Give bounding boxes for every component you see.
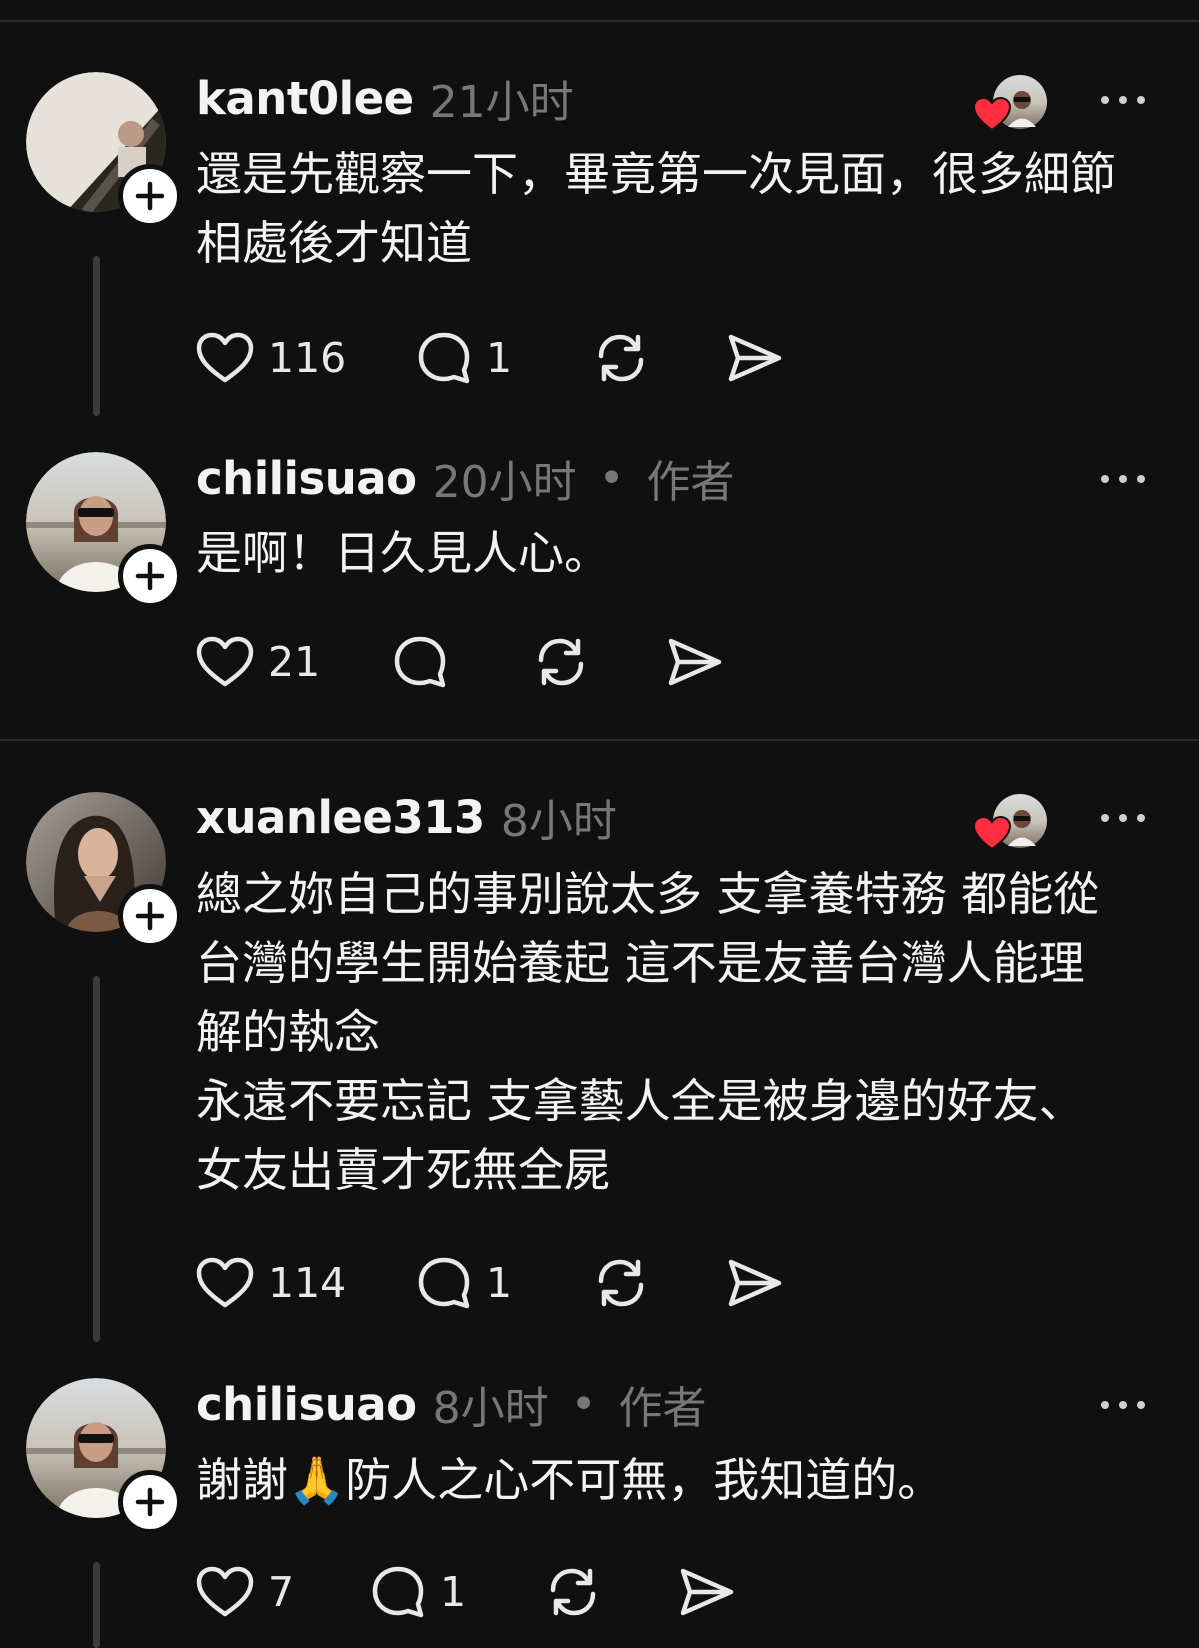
timestamp: 8小时 xyxy=(500,796,617,847)
reply-button[interactable] xyxy=(392,632,448,692)
comment-text: 是啊！日久見人心。 xyxy=(196,526,610,580)
speech-bubble-icon xyxy=(418,1257,470,1309)
reply-button[interactable]: 1 xyxy=(416,1253,512,1313)
username[interactable]: kant0lee xyxy=(196,72,414,125)
heart-outline-icon xyxy=(196,1257,254,1308)
like-button[interactable]: 114 xyxy=(196,1253,346,1313)
more-dots-icon[interactable] xyxy=(1098,469,1148,489)
share-button[interactable] xyxy=(726,328,784,388)
comment-header: kant0lee 21小时 xyxy=(196,72,574,129)
heart-outline-icon xyxy=(196,332,254,383)
follow-button[interactable] xyxy=(118,544,182,608)
like-count: 114 xyxy=(268,1259,347,1307)
repost-button[interactable] xyxy=(592,1253,650,1313)
like-button[interactable]: 7 xyxy=(196,1562,294,1622)
like-count: 21 xyxy=(268,638,321,686)
more-dots-icon[interactable] xyxy=(1098,90,1148,110)
paper-plane-icon xyxy=(728,1259,782,1307)
more-dots-icon[interactable] xyxy=(1098,808,1148,828)
comment-header: chilisuao 20小时 • 作者 xyxy=(196,452,735,509)
repost-arrows-icon xyxy=(538,638,584,686)
avatar[interactable] xyxy=(26,452,182,608)
red-heart-icon xyxy=(972,96,1012,132)
like-count: 7 xyxy=(268,1568,295,1616)
repost-button[interactable] xyxy=(592,328,650,388)
follow-button[interactable] xyxy=(118,884,182,948)
plus-icon xyxy=(135,181,165,211)
thread-line xyxy=(93,976,100,1342)
red-heart-icon xyxy=(972,815,1012,851)
plus-icon xyxy=(135,561,165,591)
reply-count: 1 xyxy=(440,1568,467,1616)
username[interactable]: chilisuao xyxy=(196,1378,417,1431)
thread-line xyxy=(93,256,100,416)
reply-count: 1 xyxy=(486,334,513,382)
like-button[interactable]: 116 xyxy=(196,328,346,388)
heart-outline-icon xyxy=(196,1566,254,1617)
author-liked-badge xyxy=(972,791,1050,863)
paper-plane-icon xyxy=(668,638,722,686)
timestamp: 8小时 xyxy=(432,1383,549,1434)
paper-plane-icon xyxy=(728,334,782,382)
repost-arrows-icon xyxy=(598,334,644,382)
reply-button[interactable]: 1 xyxy=(370,1562,466,1622)
reply-button[interactable]: 1 xyxy=(416,328,512,388)
comment-text: 還是先觀察一下，畢竟第一次見面，很多細節 相處後才知道 xyxy=(196,147,1116,270)
share-button[interactable] xyxy=(666,632,724,692)
avatar[interactable] xyxy=(26,72,182,228)
repost-arrows-icon xyxy=(550,1568,596,1616)
follow-button[interactable] xyxy=(118,1470,182,1534)
comment-header: xuanlee313 8小时 xyxy=(196,791,617,848)
avatar[interactable] xyxy=(26,1378,182,1534)
like-button[interactable]: 21 xyxy=(196,632,320,692)
speech-bubble-icon xyxy=(418,332,470,384)
repost-arrows-icon xyxy=(598,1259,644,1307)
repost-button[interactable] xyxy=(544,1562,602,1622)
separator-dot: • xyxy=(598,452,625,504)
comment-header: chilisuao 8小时 • 作者 xyxy=(196,1378,707,1435)
like-count: 116 xyxy=(268,334,347,382)
plus-icon xyxy=(135,1487,165,1517)
more-dots-icon[interactable] xyxy=(1098,1395,1148,1415)
share-button[interactable] xyxy=(726,1253,784,1313)
author-liked-badge xyxy=(972,72,1050,144)
comment-text: 謝謝🙏防人之心不可無，我知道的。 xyxy=(196,1453,944,1507)
timestamp: 21小时 xyxy=(429,77,574,128)
author-tag: 作者 xyxy=(618,1383,707,1434)
avatar[interactable] xyxy=(26,792,182,948)
username[interactable]: xuanlee313 xyxy=(196,791,485,844)
comment-text: 總之妳自己的事別說太多 支拿養特務 都能從 台灣的學生開始養起 這不是友善台灣人… xyxy=(196,867,1100,1197)
thread-divider xyxy=(0,739,1199,741)
timestamp: 20小时 xyxy=(432,457,577,508)
heart-outline-icon xyxy=(196,636,254,687)
share-button[interactable] xyxy=(678,1562,736,1622)
repost-button[interactable] xyxy=(532,632,590,692)
separator-dot: • xyxy=(570,1378,597,1430)
top-divider xyxy=(0,20,1199,22)
author-tag: 作者 xyxy=(646,457,735,508)
follow-button[interactable] xyxy=(118,164,182,228)
paper-plane-icon xyxy=(680,1568,734,1616)
thread-line xyxy=(93,1562,100,1648)
plus-icon xyxy=(135,901,165,931)
speech-bubble-icon xyxy=(394,636,446,688)
speech-bubble-icon xyxy=(372,1566,424,1618)
username[interactable]: chilisuao xyxy=(196,452,417,505)
reply-count: 1 xyxy=(486,1259,513,1307)
